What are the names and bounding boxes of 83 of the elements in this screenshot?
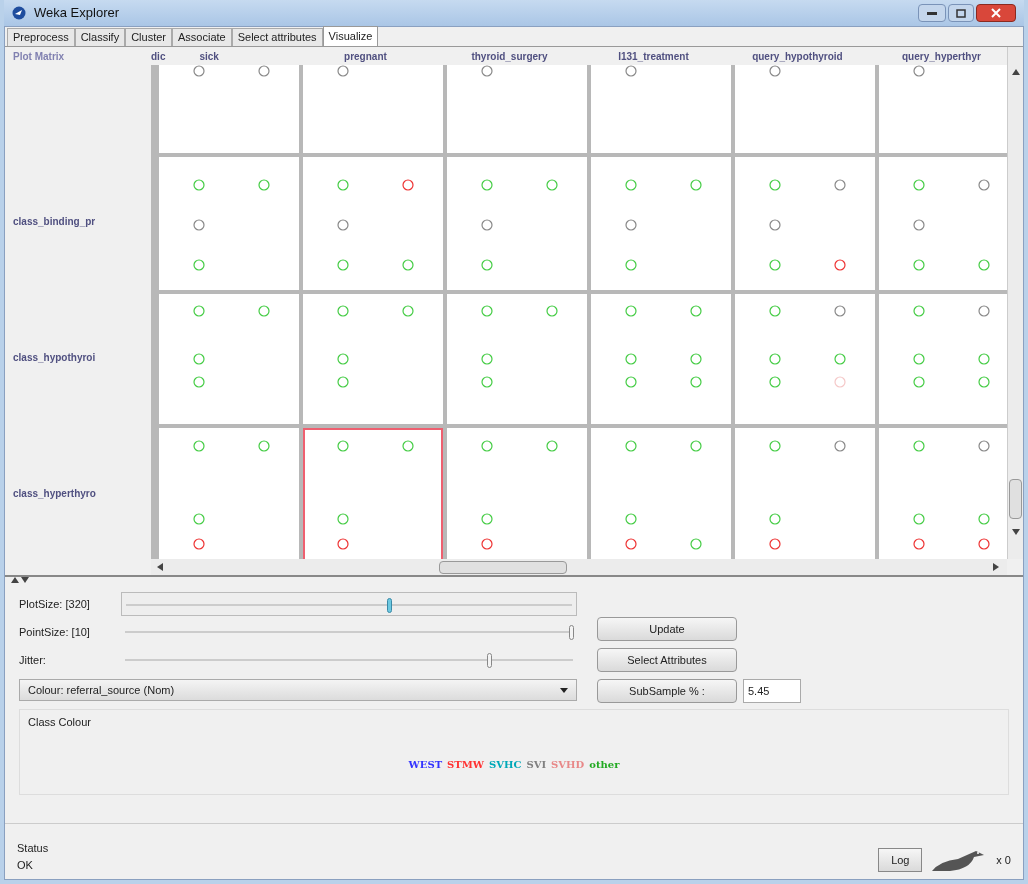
- class-legend-label: other: [589, 757, 620, 772]
- slider-label: PointSize: [10]: [19, 624, 91, 640]
- window-title: Weka Explorer: [34, 4, 119, 23]
- arrow-right-icon[interactable]: [993, 563, 1001, 571]
- arrow-up-icon[interactable]: [1011, 69, 1020, 77]
- slider-thumb[interactable]: [487, 653, 493, 668]
- arrow-down-icon[interactable]: [21, 577, 29, 585]
- scatter-plot-cell[interactable]: [879, 428, 1007, 559]
- minimize-button[interactable]: [918, 4, 946, 22]
- class-legend-label: SVI: [526, 757, 547, 772]
- dropdown-caret-icon: [560, 687, 568, 693]
- maximize-button[interactable]: [948, 4, 974, 22]
- slider-thumb[interactable]: [569, 625, 575, 640]
- plot-matrix-title: Plot Matrix: [13, 49, 65, 64]
- scroll-thumb[interactable]: [1009, 479, 1022, 519]
- slider-label: PlotSize: [320]: [19, 596, 91, 612]
- scatter-plot-cell[interactable]: [591, 157, 731, 290]
- scatter-plot-cell[interactable]: [159, 65, 299, 153]
- column-label: I131_treatment: [618, 49, 689, 64]
- maximize-icon: [956, 8, 966, 18]
- scatter-plot-cell[interactable]: [735, 428, 875, 559]
- tab[interactable]: Select attributes: [231, 28, 323, 46]
- column-label: dic: [151, 49, 166, 64]
- slider-thumb[interactable]: [386, 598, 392, 613]
- class-legend-label: STMW: [447, 757, 485, 772]
- scatter-plot-cell[interactable]: [447, 65, 587, 153]
- scatter-plot-cell[interactable]: [591, 65, 731, 153]
- class-legend-label: SVHC: [489, 757, 522, 772]
- tab[interactable]: Cluster: [125, 28, 172, 46]
- vertical-scrollbar[interactable]: [1007, 47, 1023, 559]
- action-button[interactable]: Update: [597, 617, 737, 641]
- tab[interactable]: Classify: [74, 28, 126, 46]
- scatter-plot-cell[interactable]: [303, 65, 443, 153]
- column-label: sick: [199, 49, 219, 64]
- scatter-plot-cell[interactable]: [159, 294, 299, 424]
- scatter-plot-cell[interactable]: [447, 294, 587, 424]
- task-count: x 0: [996, 852, 1011, 868]
- scatter-plot-cell[interactable]: [447, 428, 587, 559]
- scatter-plot-cell[interactable]: [447, 157, 587, 290]
- scatter-plot-cell[interactable]: [735, 157, 875, 290]
- tab[interactable]: Associate: [172, 28, 232, 46]
- tab[interactable]: Visualize: [322, 26, 379, 46]
- arrow-down-icon[interactable]: [1011, 529, 1020, 537]
- status-title: Status: [17, 841, 49, 856]
- class-colour-title: Class Colour: [28, 715, 91, 730]
- tab[interactable]: Preprocess: [7, 28, 75, 46]
- row-label: class_hypothyroi: [13, 350, 96, 365]
- scatter-plot-cell[interactable]: [303, 157, 443, 290]
- row-label: class_binding_pr: [13, 215, 96, 229]
- action-button[interactable]: Select Attributes: [597, 648, 737, 672]
- arrow-left-icon[interactable]: [157, 563, 165, 571]
- scatter-plot-cell[interactable]: [591, 294, 731, 424]
- slider[interactable]: [121, 592, 577, 616]
- scatter-plot-cell[interactable]: [159, 428, 299, 559]
- subsample-field[interactable]: 5.45: [743, 679, 801, 703]
- minimize-icon: [927, 11, 937, 15]
- scatter-plot-cell[interactable]: [879, 157, 1007, 290]
- bird-logo-icon: [12, 6, 26, 20]
- scatter-plot-cell[interactable]: [879, 294, 1007, 424]
- close-icon: [991, 8, 1001, 18]
- class-legend-label: WEST: [408, 757, 443, 772]
- status-message: OK: [17, 857, 34, 873]
- column-label: thyroid_surgery: [471, 49, 548, 64]
- subsample-button[interactable]: SubSample % :: [597, 679, 737, 703]
- close-button[interactable]: [976, 4, 1016, 22]
- row-label: class_hyperthyro: [13, 486, 96, 501]
- scroll-thumb[interactable]: [439, 560, 567, 574]
- colour-dropdown[interactable]: Colour: referral_source (Nom): [19, 679, 577, 701]
- scatter-plot-cell[interactable]: [735, 65, 875, 153]
- scatter-plot-cell[interactable]: [303, 428, 443, 559]
- class-legend-label: SVHD: [551, 757, 585, 772]
- scatter-plot-cell[interactable]: [735, 294, 875, 424]
- scatter-plot-cell[interactable]: [879, 65, 1007, 153]
- column-label: query_hyperthyr: [902, 49, 981, 64]
- scatter-plot-cell[interactable]: [159, 157, 299, 290]
- column-label: pregnant: [344, 49, 387, 64]
- slider-label: Jitter:: [19, 652, 47, 668]
- horizontal-scrollbar[interactable]: [151, 559, 1007, 575]
- scatter-plot-cell[interactable]: [303, 294, 443, 424]
- arrow-up-icon[interactable]: [11, 577, 19, 585]
- scatter-plot-cell[interactable]: [591, 428, 731, 559]
- column-label: query_hypothyroid: [752, 49, 843, 64]
- log-button[interactable]: Log: [878, 848, 923, 872]
